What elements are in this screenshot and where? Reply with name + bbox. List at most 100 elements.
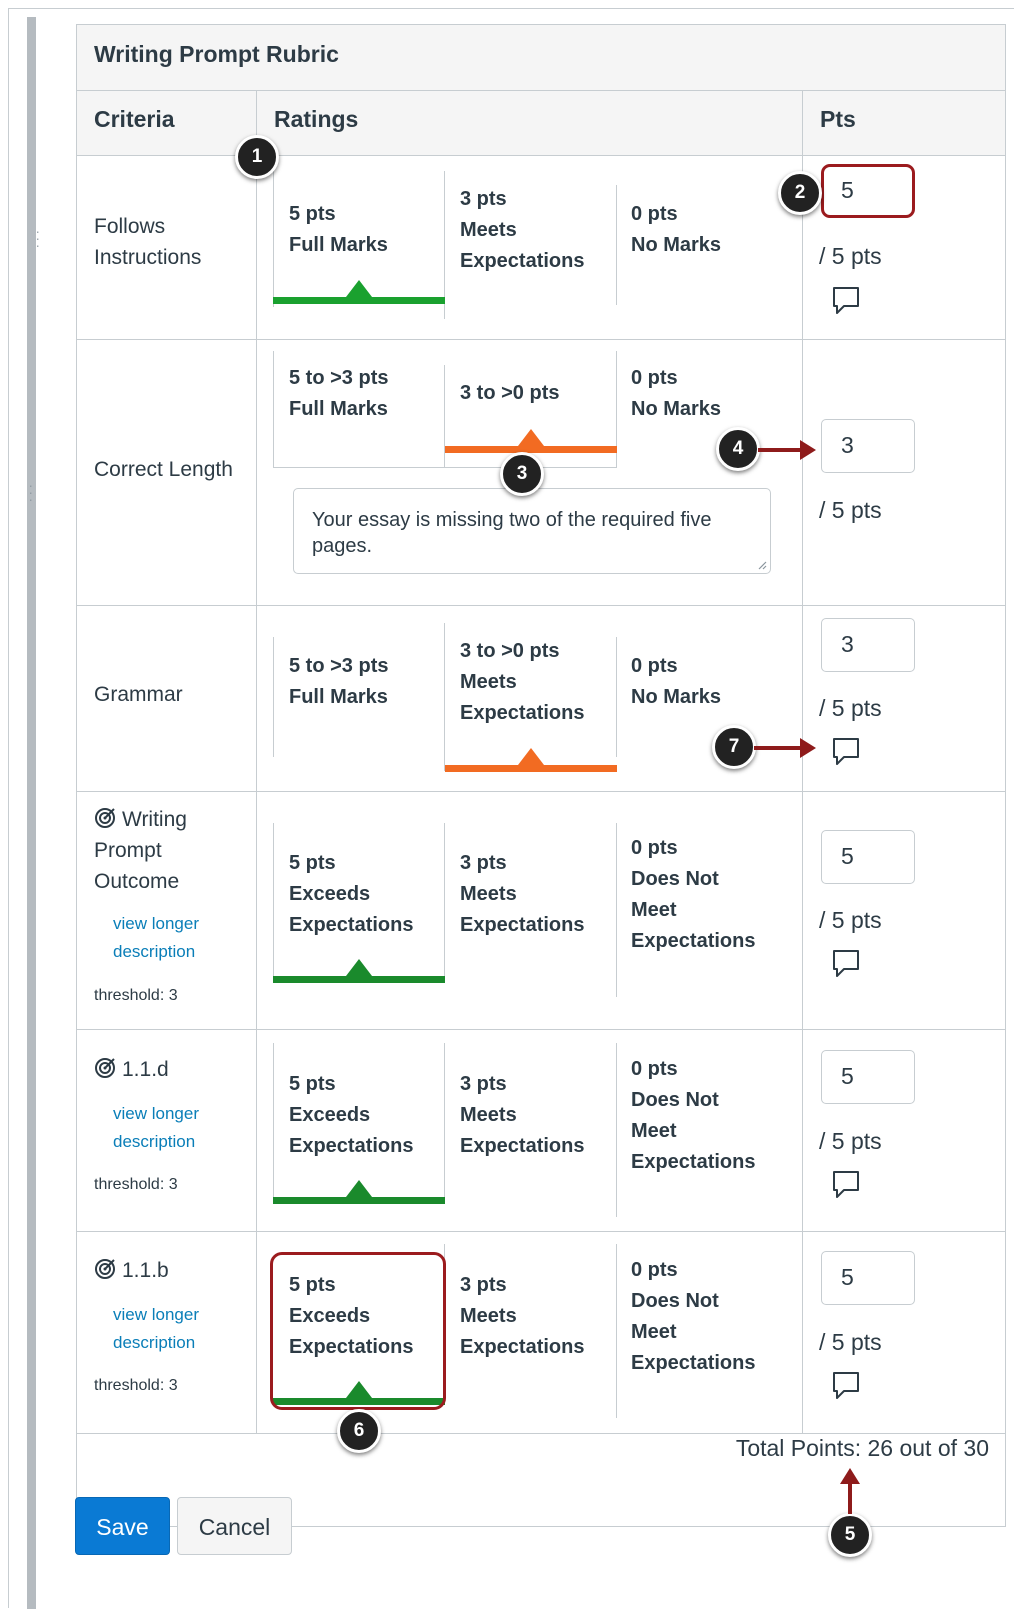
target-icon	[95, 1058, 115, 1078]
row-divider	[77, 791, 1005, 792]
frame-top-border	[8, 8, 1014, 9]
annotation-arrow	[840, 1468, 860, 1514]
rating-does-not-meet[interactable]: 0 pts Does Not Meet Expectations	[631, 833, 755, 957]
rating-meets-expectations[interactable]: 3 to >0 pts Meets Expectations	[460, 636, 584, 729]
drag-handle-icon[interactable]: ⋅ ⋅ ⋅	[29, 482, 33, 507]
points-input[interactable]: 5	[821, 1251, 915, 1305]
row-divider	[77, 1231, 1005, 1232]
rating-divider	[273, 823, 274, 983]
selected-rating-indicator	[445, 429, 617, 453]
points-input[interactable]: 5	[821, 164, 915, 218]
rating-divider	[273, 1043, 274, 1203]
rating-exceeds-expectations[interactable]: 5 pts Exceeds Expectations	[289, 1069, 413, 1162]
selected-rating-indicator	[445, 748, 617, 772]
points-input[interactable]: 5	[821, 830, 915, 884]
total-points: Total Points: 26 out of 30	[735, 1435, 989, 1461]
comment-icon[interactable]	[831, 285, 861, 315]
resize-handle-icon[interactable]	[757, 560, 767, 570]
view-longer-description-link[interactable]: view longer description	[113, 1301, 199, 1357]
rating-no-marks[interactable]: 0 pts No Marks	[631, 199, 721, 261]
threshold-label: threshold: 3	[94, 1176, 178, 1193]
threshold-label: threshold: 3	[94, 987, 178, 1004]
annotation-arrow	[754, 738, 816, 758]
points-possible: / 5 pts	[819, 243, 882, 269]
view-longer-description-link[interactable]: view longer description	[113, 1100, 199, 1156]
rating-full-marks[interactable]: 5 to >3 pts Full Marks	[289, 651, 388, 713]
rating-divider	[616, 637, 617, 757]
sidebar-resize-bar[interactable]	[27, 17, 36, 1609]
target-icon	[95, 808, 115, 828]
row-divider	[77, 339, 1005, 340]
callout-badge: 3	[500, 452, 544, 496]
rating-full-marks[interactable]: 5 to >3 pts Full Marks	[289, 363, 388, 425]
criterion-name: Grammar	[94, 683, 183, 706]
points-possible: / 5 pts	[819, 1128, 882, 1154]
rating-divider	[616, 1043, 617, 1217]
rating-divider	[444, 1043, 445, 1203]
selected-rating-indicator	[273, 1180, 445, 1204]
criterion-name: 1.1.b	[94, 1255, 169, 1286]
rating-meets-expectations[interactable]: 3 pts Meets Expectations	[460, 184, 584, 277]
cancel-button[interactable]: Cancel	[177, 1497, 292, 1555]
save-button[interactable]: Save	[75, 1497, 170, 1555]
rating-meets-expectations[interactable]: 3 pts Meets Expectations	[460, 1270, 584, 1363]
criterion-name: Correct Length	[94, 458, 233, 481]
pts-header: Pts	[820, 106, 856, 132]
rating-divider	[616, 185, 617, 305]
row-divider	[77, 1433, 1005, 1434]
target-icon	[95, 1259, 115, 1279]
drag-handle-icon[interactable]: ⋅ ⋅ ⋅	[36, 228, 40, 253]
rating-divider	[444, 623, 445, 771]
row-divider	[77, 605, 1005, 606]
callout-badge: 2	[778, 171, 822, 215]
rating-divider	[616, 823, 617, 997]
rating-no-marks[interactable]: 0 pts No Marks	[631, 363, 721, 425]
rating-divider	[444, 823, 445, 983]
selected-rating-indicator	[273, 280, 445, 304]
ratings-bottom-border	[273, 467, 617, 468]
points-possible: / 5 pts	[819, 695, 882, 721]
points-possible: / 5 pts	[819, 497, 882, 523]
callout-badge: 5	[828, 1513, 872, 1557]
points-possible: / 5 pts	[819, 907, 882, 933]
annotation-arrow	[758, 440, 816, 460]
column-divider	[802, 91, 803, 1434]
rating-divider	[273, 171, 274, 307]
rating-partial[interactable]: 3 to >0 pts	[460, 378, 559, 409]
column-divider	[256, 91, 257, 1434]
ratings-header: Ratings	[274, 106, 359, 132]
callout-badge: 6	[337, 1409, 381, 1453]
rating-full-marks[interactable]: 5 pts Full Marks	[289, 199, 388, 261]
rubric-header-row: Criteria Ratings Pts	[77, 91, 1005, 156]
rating-exceeds-expectations[interactable]: 5 pts Exceeds Expectations	[289, 848, 413, 941]
criterion-name: Writing Prompt Outcome	[94, 808, 187, 893]
comment-icon[interactable]	[831, 948, 861, 978]
points-input[interactable]: 5	[821, 1050, 915, 1104]
points-input[interactable]: 3	[821, 419, 915, 473]
rating-no-marks[interactable]: 0 pts No Marks	[631, 651, 721, 713]
view-longer-description-link[interactable]: view longer description	[113, 910, 199, 966]
points-possible: / 5 pts	[819, 1329, 882, 1355]
points-input[interactable]: 3	[821, 618, 915, 672]
rating-does-not-meet[interactable]: 0 pts Does Not Meet Expectations	[631, 1054, 755, 1178]
criterion-comment-textarea[interactable]: Your essay is missing two of the require…	[293, 488, 771, 574]
callout-badge: 1	[235, 135, 279, 179]
rating-meets-expectations[interactable]: 3 pts Meets Expectations	[460, 1069, 584, 1162]
rubric-title: Writing Prompt Rubric	[77, 25, 1005, 91]
rating-divider	[273, 351, 274, 467]
comment-icon[interactable]	[831, 1370, 861, 1400]
criterion-name: Follows Instructions	[94, 215, 202, 269]
rating-does-not-meet[interactable]: 0 pts Does Not Meet Expectations	[631, 1255, 755, 1379]
rating-divider	[273, 637, 274, 757]
criteria-header: Criteria	[94, 106, 175, 132]
comment-icon[interactable]	[831, 736, 861, 766]
callout-badge: 4	[716, 427, 760, 471]
rubric-table: Writing Prompt Rubric Criteria Ratings P…	[76, 24, 1006, 1527]
selected-rating-highlight	[270, 1252, 446, 1410]
criterion-name: 1.1.d	[94, 1054, 169, 1085]
threshold-label: threshold: 3	[94, 1377, 178, 1394]
callout-badge: 7	[712, 725, 756, 769]
comment-icon[interactable]	[831, 1169, 861, 1199]
rating-meets-expectations[interactable]: 3 pts Meets Expectations	[460, 848, 584, 941]
row-divider	[77, 1029, 1005, 1030]
